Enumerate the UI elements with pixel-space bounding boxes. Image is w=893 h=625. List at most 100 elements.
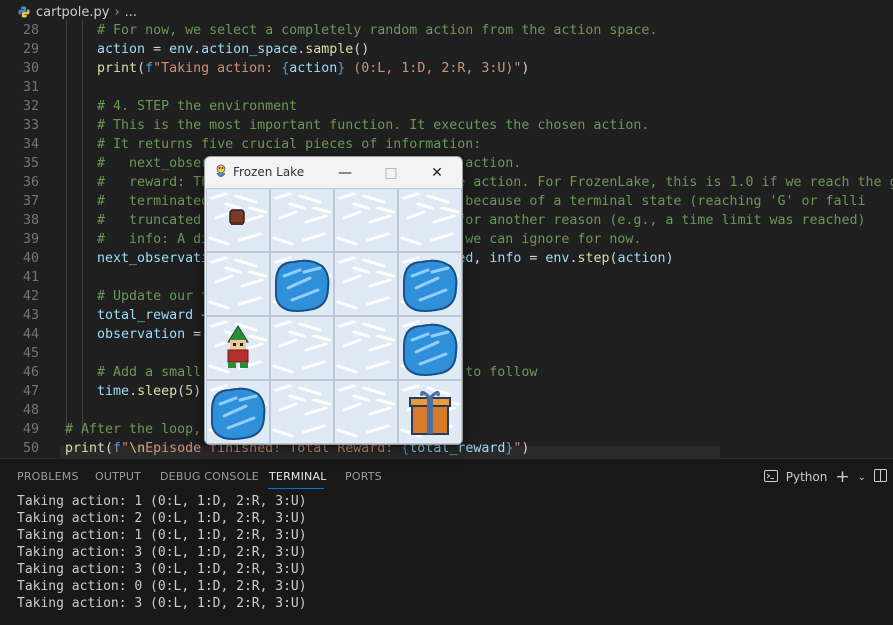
tile-ice: [270, 188, 334, 252]
tile-goal: [398, 380, 462, 444]
code-token: (: [137, 61, 146, 76]
hole-icon: [206, 380, 270, 444]
close-icon[interactable]: ✕: [417, 161, 457, 185]
tile-ice: [334, 252, 398, 316]
code-token: {: [281, 61, 290, 76]
line-number: 36: [22, 175, 39, 190]
code-token: env: [169, 42, 194, 57]
code-line[interactable]: 30 print(f"Taking action: {action} (0:L,…: [0, 59, 893, 78]
code-token: "Taking action:: [153, 61, 282, 76]
tile-hole: [206, 380, 270, 444]
code-token: ": [121, 441, 130, 456]
code-token: sample: [305, 42, 354, 57]
code-token: f: [145, 61, 154, 76]
code-token: # For now, we select a completely random…: [97, 23, 658, 38]
tab-problems[interactable]: PROBLEMS: [17, 470, 79, 483]
line-number: 50: [22, 441, 39, 456]
tile-ice: [398, 188, 462, 252]
code-token: (: [609, 251, 618, 266]
line-number: 48: [22, 403, 39, 418]
code-text: # This is the most important function. I…: [65, 116, 649, 135]
chevron-down-icon[interactable]: ⌄: [858, 472, 866, 483]
code-text: # It returns five crucial pieces of info…: [65, 135, 481, 154]
code-token: info: [489, 251, 522, 266]
tile-hole: [398, 252, 462, 316]
terminal-line: Taking action: 3 (0:L, 1:D, 2:R, 3:U): [17, 562, 307, 577]
code-token: observation: [97, 327, 186, 342]
terminal-icon[interactable]: [763, 469, 778, 485]
tile-ice: [334, 188, 398, 252]
code-line[interactable]: 33 # This is the most important function…: [0, 116, 893, 135]
line-number: 40: [22, 251, 39, 266]
code-token: ): [521, 61, 530, 76]
ice-icon: [270, 316, 334, 380]
code-line[interactable]: 31: [0, 78, 893, 97]
tile-ice: [334, 316, 398, 380]
ice-icon: [334, 252, 398, 316]
code-token: # This is the most important function. I…: [97, 118, 650, 133]
split-terminal-icon[interactable]: [874, 469, 887, 485]
terminal-line: Taking action: 1 (0:L, 1:D, 2:R, 3:U): [17, 494, 307, 509]
terminal-shell-label[interactable]: Python: [786, 470, 828, 484]
code-token: =: [145, 42, 170, 57]
code-text: # 4. STEP the environment: [65, 97, 297, 116]
code-text: time.sleep(5): [65, 382, 201, 401]
code-token: (: [105, 441, 114, 456]
line-number: 33: [22, 118, 39, 133]
line-number: 46: [22, 365, 39, 380]
tab-ports[interactable]: PORTS: [345, 470, 382, 483]
frozen-lake-window[interactable]: Frozen Lake — □ ✕: [204, 156, 463, 445]
code-token: time: [97, 384, 130, 399]
maximize-icon[interactable]: □: [371, 161, 411, 185]
code-line[interactable]: 32 # 4. STEP the environment: [0, 97, 893, 116]
line-number: 31: [22, 80, 39, 95]
code-token: (: [177, 384, 186, 399]
line-number: 45: [22, 346, 39, 361]
line-number: 30: [22, 61, 39, 76]
tab-output[interactable]: OUTPUT: [95, 470, 141, 483]
line-number: 35: [22, 156, 39, 171]
code-text: action = env.action_space.sample(): [65, 40, 369, 59]
line-number: 42: [22, 289, 39, 304]
tile-ice: [270, 380, 334, 444]
tab-terminal[interactable]: TERMINAL: [269, 470, 327, 483]
tab-debug-console[interactable]: DEBUG CONSOLE: [160, 470, 259, 483]
terminal-actions: Python + ⌄: [763, 467, 887, 487]
code-token: # 4. STEP the environment: [97, 99, 298, 114]
code-token: sleep: [137, 384, 178, 399]
ice-icon: [334, 380, 398, 444]
goal-icon: [398, 380, 462, 444]
line-number: 34: [22, 137, 39, 152]
tile-start: [206, 188, 270, 252]
minimize-icon[interactable]: —: [325, 161, 365, 185]
code-token: # It returns five crucial pieces of info…: [97, 137, 482, 152]
code-line[interactable]: 34 # It returns five crucial pieces of i…: [0, 135, 893, 154]
window-titlebar[interactable]: Frozen Lake — □ ✕: [205, 157, 462, 188]
python-file-icon: [18, 6, 30, 18]
code-token: ,: [473, 251, 490, 266]
breadcrumb[interactable]: ...: [125, 5, 137, 20]
code-token: (): [353, 42, 370, 57]
code-token: print: [97, 61, 138, 76]
line-number: 32: [22, 99, 39, 114]
terminal-line: Taking action: 2 (0:L, 1:D, 2:R, 3:U): [17, 511, 307, 526]
agent-icon: [206, 316, 270, 380]
code-line[interactable]: 29 action = env.action_space.sample(): [0, 40, 893, 59]
ice-icon: [270, 380, 334, 444]
tile-ice: [270, 316, 334, 380]
line-number: 44: [22, 327, 39, 342]
code-token: ): [193, 384, 202, 399]
pygame-snake-icon: [216, 164, 226, 177]
panel-tabs: PROBLEMS OUTPUT DEBUG CONSOLE TERMINAL P…: [0, 459, 893, 493]
ice-icon: [206, 252, 270, 316]
ice-icon: [398, 188, 462, 252]
code-token: env: [545, 251, 570, 266]
line-number: 39: [22, 232, 39, 247]
terminal-line: Taking action: 1 (0:L, 1:D, 2:R, 3:U): [17, 528, 307, 543]
hole-icon: [398, 316, 462, 380]
code-text: # terminated: True if the episode has en…: [65, 192, 866, 211]
new-terminal-icon[interactable]: +: [835, 467, 849, 487]
hole-icon: [398, 252, 462, 316]
code-line[interactable]: 28 # For now, we select a completely ran…: [0, 21, 893, 40]
code-token: (0:L, 1:D, 2:R, 3:U)": [345, 61, 522, 76]
